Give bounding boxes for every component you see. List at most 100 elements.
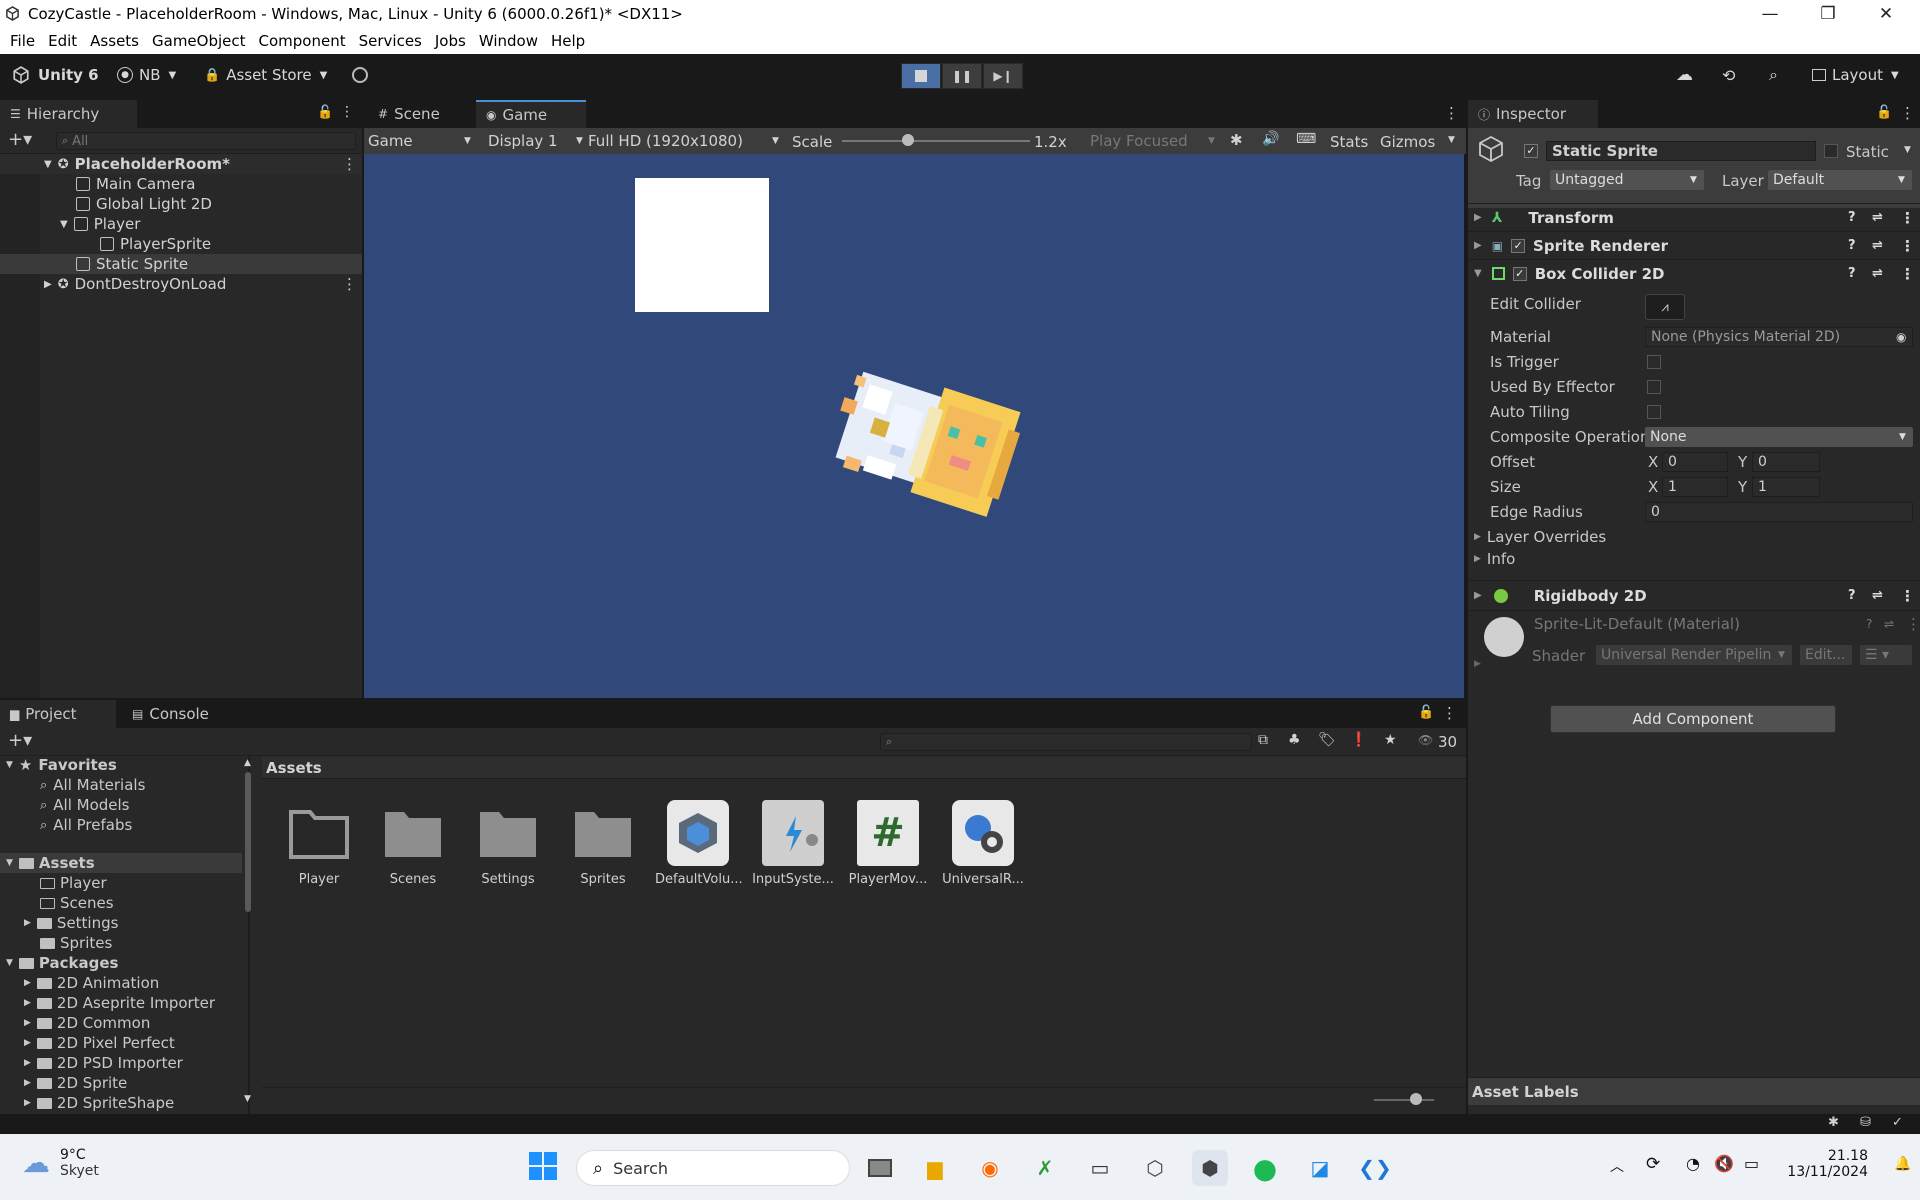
more-icon[interactable]: ⋮ xyxy=(1900,265,1915,283)
asset-item[interactable]: Sprites xyxy=(560,800,646,887)
unity-hub-icon[interactable]: ⬡ xyxy=(1137,1150,1173,1186)
transform-header[interactable]: ▶ ⅄ Transform ? ⇌ ⋮ xyxy=(1468,203,1920,231)
size-y-field[interactable]: 1 xyxy=(1752,477,1820,497)
layer-dropdown[interactable]: Default ▼ xyxy=(1768,170,1912,190)
more-icon[interactable]: ⋮ xyxy=(1906,615,1920,633)
active-checkbox[interactable]: ✓ xyxy=(1524,144,1538,158)
audio-icon[interactable]: 🔊 xyxy=(1262,131,1279,147)
history-button[interactable]: ⟲ xyxy=(1722,62,1735,88)
tab-project[interactable]: ▆ Project xyxy=(0,700,116,728)
pause-button[interactable]: ❚❚ xyxy=(942,63,982,89)
more-icon[interactable]: ⋮ xyxy=(1444,104,1459,122)
info-foldout[interactable]: ▶ Info xyxy=(1474,550,1515,568)
lock-icon[interactable]: 🔓 xyxy=(1418,705,1434,720)
spotify-icon[interactable]: ● xyxy=(1247,1150,1283,1186)
stats-button[interactable]: Stats xyxy=(1330,133,1368,151)
menu-gameobject[interactable]: GameObject xyxy=(152,32,246,50)
keyboard-icon[interactable]: ⌨ xyxy=(1296,131,1316,147)
hierarchy-item[interactable]: ▼ Player xyxy=(0,214,362,234)
asset-item[interactable]: UniversalR... xyxy=(940,800,1026,887)
asset-labels-bar[interactable]: Asset Labels xyxy=(1468,1077,1920,1105)
favorite-item[interactable]: ⌕ All Models xyxy=(0,795,242,815)
object-name-field[interactable]: Static Sprite xyxy=(1546,141,1816,161)
preset-icon[interactable]: ⇌ xyxy=(1872,210,1883,225)
account-dropdown[interactable]: ● NB ▼ xyxy=(117,62,176,88)
help-icon[interactable]: ? xyxy=(1848,266,1856,281)
sprite-renderer-header[interactable]: ▶ ▣ ✓ Sprite Renderer ? ⇌ ⋮ xyxy=(1468,231,1920,259)
menu-help[interactable]: Help xyxy=(551,32,585,50)
package-row[interactable]: ▶ 2D Common xyxy=(0,1013,242,1033)
cloud-button[interactable]: ☁ xyxy=(1676,62,1693,88)
label-icon[interactable]: 🏷 xyxy=(1318,732,1336,748)
more-icon[interactable]: ⋮ xyxy=(342,155,357,173)
favorites-row[interactable]: ▼ ★ Favorites xyxy=(0,755,242,775)
shader-edit-button[interactable]: Edit... xyxy=(1800,645,1852,665)
lock-icon[interactable]: 🔓 xyxy=(1876,105,1892,120)
help-icon[interactable]: ? xyxy=(1848,238,1856,253)
tab-game[interactable]: ◉ Game xyxy=(476,100,586,128)
hierarchy-item[interactable]: PlayerSprite xyxy=(0,234,362,254)
terminal-icon[interactable]: ▭ xyxy=(1082,1150,1118,1186)
volume-muted-icon[interactable]: 🔇 xyxy=(1714,1154,1734,1173)
help-icon[interactable]: ? xyxy=(1848,588,1856,603)
tab-inspector[interactable]: ⓘ Inspector xyxy=(1468,100,1598,128)
paint-icon[interactable]: ◪ xyxy=(1302,1150,1338,1186)
firefox-icon[interactable]: ◉ xyxy=(972,1150,1008,1186)
sync-icon[interactable]: ⟳ xyxy=(1646,1154,1660,1174)
menu-file[interactable]: File xyxy=(10,32,35,50)
more-icon[interactable]: ⋮ xyxy=(1900,237,1915,255)
asset-folder-row[interactable]: Scenes xyxy=(0,893,242,913)
minimize-button[interactable]: — xyxy=(1741,0,1799,28)
asset-item[interactable]: # PlayerMov... xyxy=(845,800,931,887)
lock-icon[interactable]: 🔓 xyxy=(317,105,333,120)
battery-icon[interactable]: ▭ xyxy=(1744,1154,1759,1173)
size-x-field[interactable]: 1 xyxy=(1662,477,1728,497)
play-button[interactable] xyxy=(901,63,941,89)
asset-item[interactable]: InputSyste... xyxy=(750,800,836,887)
package-row[interactable]: ▶ 2D PSD Importer xyxy=(0,1053,242,1073)
box-collider-checkbox[interactable]: ✓ xyxy=(1512,266,1527,281)
add-icon[interactable]: +▾ xyxy=(8,730,32,751)
chevron-down-icon[interactable]: ▼ xyxy=(1904,145,1911,155)
package-row[interactable]: ▶ 2D Pixel Perfect xyxy=(0,1033,242,1053)
static-checkbox[interactable] xyxy=(1824,144,1838,158)
scale-slider[interactable] xyxy=(842,134,1030,146)
preset-icon[interactable]: ⇌ xyxy=(1872,266,1883,281)
more-icon[interactable]: ⋮ xyxy=(1900,104,1915,122)
play-focused-dropdown[interactable]: Play Focused ▼ xyxy=(1090,131,1220,151)
more-icon[interactable]: ⋮ xyxy=(342,275,357,293)
tag-dropdown[interactable]: Untagged ▼ xyxy=(1550,170,1704,190)
close-button[interactable]: ✕ xyxy=(1857,0,1915,28)
hierarchy-search-input[interactable]: ⌕ All xyxy=(56,132,356,150)
restore-button[interactable]: ❐ xyxy=(1799,0,1857,28)
favorite-item[interactable]: ⌕ All Materials xyxy=(0,775,242,795)
warning-filter-icon[interactable]: ❗ xyxy=(1350,732,1367,748)
unity-editor-icon[interactable]: ⬢ xyxy=(1192,1150,1228,1186)
asset-item[interactable]: Player xyxy=(276,800,362,887)
layer-overrides-foldout[interactable]: ▶ Layer Overrides xyxy=(1474,528,1606,546)
package-row[interactable]: ▶ 2D SpriteShape xyxy=(0,1093,242,1113)
filter-by-type-icon[interactable]: ♣ xyxy=(1288,732,1301,748)
menu-component[interactable]: Component xyxy=(259,32,346,50)
wifi-icon[interactable]: ◔ xyxy=(1686,1154,1700,1173)
tab-hierarchy[interactable]: ☰ Hierarchy xyxy=(0,100,137,128)
hierarchy-item[interactable]: Main Camera xyxy=(0,174,362,194)
edge-radius-field[interactable]: 0 xyxy=(1645,502,1913,522)
asset-folder-row[interactable]: ▶ Settings xyxy=(0,913,242,933)
gizmos-button[interactable]: Gizmos xyxy=(1380,133,1435,151)
game-mode-dropdown[interactable]: Game ▼ xyxy=(368,131,474,151)
weather-widget[interactable]: ☁ 9°C Skyet xyxy=(22,1146,99,1179)
offset-y-field[interactable]: 0 xyxy=(1752,452,1820,472)
edit-collider-button[interactable]: ⩘ xyxy=(1645,294,1685,320)
add-component-button[interactable]: Add Component xyxy=(1550,705,1836,733)
start-button[interactable] xyxy=(528,1151,558,1181)
icon-size-slider-handle[interactable] xyxy=(1410,1093,1422,1105)
rigidbody-header[interactable]: ▶ Rigidbody 2D ? ⇌ ⋮ xyxy=(1468,580,1920,610)
task-view-icon[interactable] xyxy=(862,1150,898,1186)
preset-icon[interactable]: ⇌ xyxy=(1872,588,1883,603)
more-icon[interactable]: ⋮ xyxy=(1900,209,1915,227)
menu-services[interactable]: Services xyxy=(359,32,422,50)
vscode-icon[interactable]: ❮❯ xyxy=(1357,1150,1393,1186)
dontdestroy-row[interactable]: ▶ ✪ DontDestroyOnLoad ⋮ xyxy=(0,274,362,294)
file-explorer-icon[interactable]: ▆ xyxy=(917,1150,953,1186)
